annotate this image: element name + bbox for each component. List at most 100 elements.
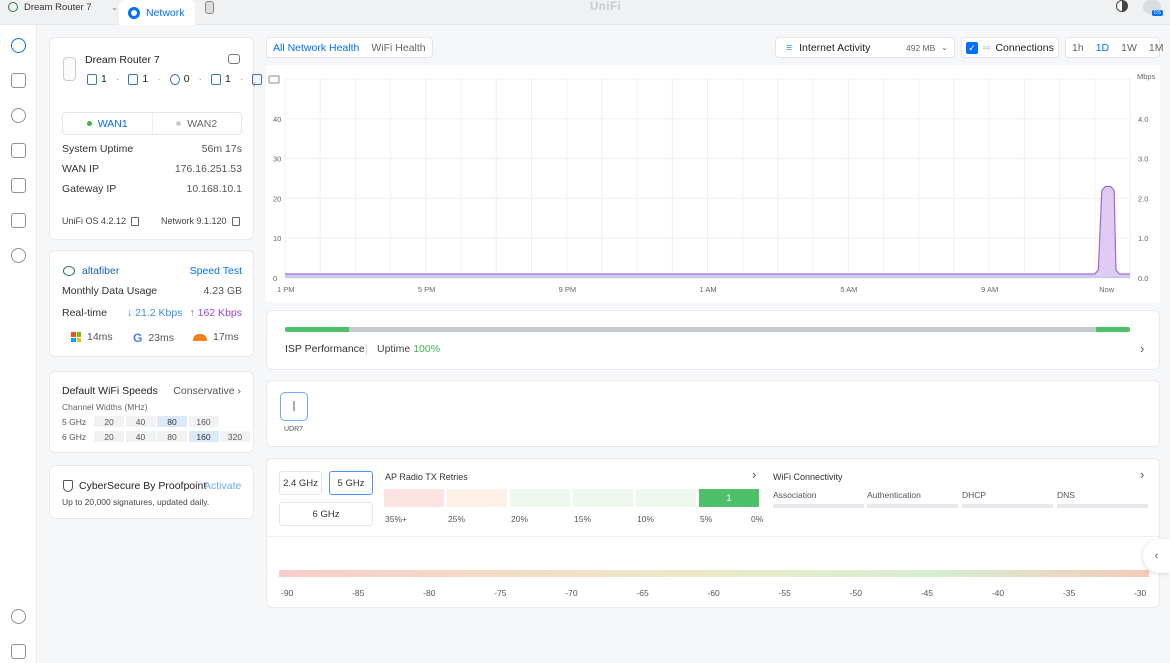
avatar[interactable]: DS bbox=[1143, 0, 1163, 16]
width-option: 20 bbox=[94, 431, 124, 442]
stat-switches[interactable]: 1 bbox=[128, 73, 148, 85]
download-rate: ↓ 21.2 Kbps bbox=[127, 307, 182, 319]
band-5ghz[interactable]: 5 GHz bbox=[329, 471, 373, 495]
band-6ghz[interactable]: 6 GHz bbox=[279, 502, 373, 526]
clients-icon bbox=[211, 73, 222, 85]
settings-icon[interactable] bbox=[11, 609, 26, 624]
topology-icon[interactable] bbox=[11, 73, 26, 88]
wan-tabs: WAN1 WAN2 bbox=[62, 112, 242, 135]
y2-tick-label: 4.0 bbox=[1138, 115, 1148, 124]
mode-label: Conservative bbox=[173, 385, 235, 397]
realtime-label: Real-time bbox=[62, 307, 122, 319]
dbm-tick-label: -85 bbox=[352, 588, 365, 598]
row-value: 56m 17s bbox=[201, 143, 242, 155]
dbm-tick-label: -45 bbox=[920, 588, 934, 598]
stat-aps[interactable]: 0 bbox=[169, 73, 190, 85]
uptime-timeline-bar bbox=[285, 327, 1130, 332]
tab-wan1[interactable]: WAN1 bbox=[63, 113, 152, 134]
activity-legend-icon: ≡ bbox=[786, 41, 793, 54]
activity-selector[interactable]: ≡ Internet Activity 492 MB ⌄ bbox=[775, 37, 955, 58]
device-name[interactable]: Dream Router 7 bbox=[85, 54, 160, 66]
dbm-tick-label: -90 bbox=[281, 588, 294, 598]
activate-link[interactable]: Activate bbox=[204, 480, 241, 492]
checkbox-checked-icon[interactable]: ✓ bbox=[966, 41, 978, 54]
x-tick-label: Now bbox=[1099, 285, 1115, 294]
device-tab-icon[interactable] bbox=[205, 1, 214, 14]
tx-bucket-label: 15% bbox=[574, 514, 592, 524]
device-icon bbox=[87, 73, 97, 85]
width-option-selected: 160 bbox=[188, 431, 219, 442]
radio-stats-card: 2.4 GHz 5 GHz 6 GHz AP Radio TX Retries … bbox=[266, 458, 1160, 608]
security-icon[interactable] bbox=[11, 248, 26, 263]
theme-toggle-icon[interactable] bbox=[1116, 0, 1128, 12]
unifi-os-version[interactable]: UniFi OS 4.2.12 bbox=[62, 216, 140, 226]
ap-device-tile[interactable] bbox=[280, 392, 308, 421]
upload-arrow-icon: ↑ bbox=[189, 307, 198, 319]
wifi-speeds-mode[interactable]: Conservative › bbox=[173, 385, 241, 397]
row-label: Real-time bbox=[62, 307, 107, 319]
ping-cloudflare: 17ms bbox=[193, 331, 239, 343]
step-dns: DNS bbox=[1057, 490, 1075, 500]
step-dhcp: DHCP bbox=[962, 490, 987, 500]
router-settings-icon[interactable] bbox=[228, 54, 240, 64]
dbm-tick-label: -55 bbox=[778, 588, 791, 598]
globe-icon bbox=[8, 2, 18, 12]
release-notes-icon bbox=[131, 216, 140, 226]
connections-label: Connections bbox=[995, 41, 1054, 54]
band-label: 5 GHz bbox=[62, 416, 87, 427]
width-option-selected: 80 bbox=[157, 416, 187, 427]
chevron-right-icon[interactable]: › bbox=[752, 467, 756, 482]
range-1h[interactable]: 1h bbox=[1066, 42, 1090, 54]
y-tick-label: 20 bbox=[273, 194, 281, 203]
speed-test-link[interactable]: Speed Test bbox=[190, 265, 242, 277]
separator: · bbox=[239, 73, 244, 85]
tx-bucket bbox=[510, 489, 570, 507]
devices-icon[interactable] bbox=[11, 108, 26, 123]
tab-network[interactable]: Network bbox=[119, 0, 195, 25]
x-tick-label: 5 AM bbox=[840, 285, 857, 294]
chevron-left-icon: ‹ bbox=[1154, 550, 1159, 562]
stat-gateways[interactable]: 1 bbox=[87, 73, 107, 85]
range-1m[interactable]: 1M bbox=[1143, 42, 1170, 54]
isp-name: altafiber bbox=[82, 265, 120, 277]
client-devices-icon[interactable] bbox=[11, 143, 26, 158]
width-option: 40 bbox=[125, 416, 156, 427]
ap-icon bbox=[169, 73, 180, 85]
dbm-tick-label: -65 bbox=[636, 588, 649, 598]
ap-name: UDR7 bbox=[284, 426, 304, 433]
range-1d[interactable]: 1D bbox=[1090, 42, 1115, 54]
chevron-down-icon: ⌄ bbox=[111, 2, 118, 12]
side-panel-toggle[interactable]: ‹ bbox=[1143, 539, 1170, 573]
device-selector[interactable]: Dream Router 7 ⌄ bbox=[8, 0, 118, 14]
tab-wifi-health[interactable]: WiFi Health bbox=[365, 42, 431, 54]
insights-icon[interactable] bbox=[11, 213, 26, 228]
separator: · bbox=[157, 73, 161, 85]
logs-icon[interactable] bbox=[11, 644, 26, 659]
status-dot-offline bbox=[176, 121, 182, 126]
ports-icon[interactable] bbox=[11, 178, 26, 193]
tab-all-network-health[interactable]: All Network Health bbox=[267, 42, 365, 54]
dashboard-icon[interactable] bbox=[11, 38, 26, 53]
isp-logo-icon bbox=[63, 266, 75, 276]
tab-wan2[interactable]: WAN2 bbox=[151, 113, 242, 134]
wifi-speeds-card[interactable]: Default WiFi Speeds Conservative › Chann… bbox=[49, 371, 254, 453]
x-tick-label: 9 PM bbox=[559, 285, 577, 294]
isp-performance-label: ISP Performance bbox=[285, 343, 365, 355]
chevron-right-icon[interactable]: › bbox=[1140, 467, 1144, 482]
ap-device-icon bbox=[293, 401, 295, 411]
row-label: Monthly Data Usage bbox=[62, 285, 158, 297]
dbm-tick-label: -70 bbox=[565, 588, 578, 598]
collapse-sidebar-button[interactable]: ‹ bbox=[247, 79, 261, 93]
connections-toggle[interactable]: ✓ ═ Connections bbox=[961, 37, 1059, 58]
stat-count: 1 bbox=[225, 73, 231, 85]
dbm-tick-label: -60 bbox=[707, 588, 720, 598]
network-version[interactable]: Network 9.1.120 bbox=[161, 216, 240, 226]
left-nav-rail bbox=[0, 25, 37, 663]
isp-performance-card[interactable]: ISP Performance Uptime 100% › bbox=[266, 310, 1160, 370]
cloudflare-icon bbox=[193, 333, 207, 341]
chevron-right-icon[interactable]: › bbox=[1140, 341, 1144, 356]
range-1w[interactable]: 1W bbox=[1115, 42, 1143, 54]
band-2-4ghz[interactable]: 2.4 GHz bbox=[279, 471, 322, 495]
device-stats: 1· 1· 0· 1· 0 bbox=[87, 73, 272, 85]
stat-clients[interactable]: 1 bbox=[211, 73, 231, 85]
